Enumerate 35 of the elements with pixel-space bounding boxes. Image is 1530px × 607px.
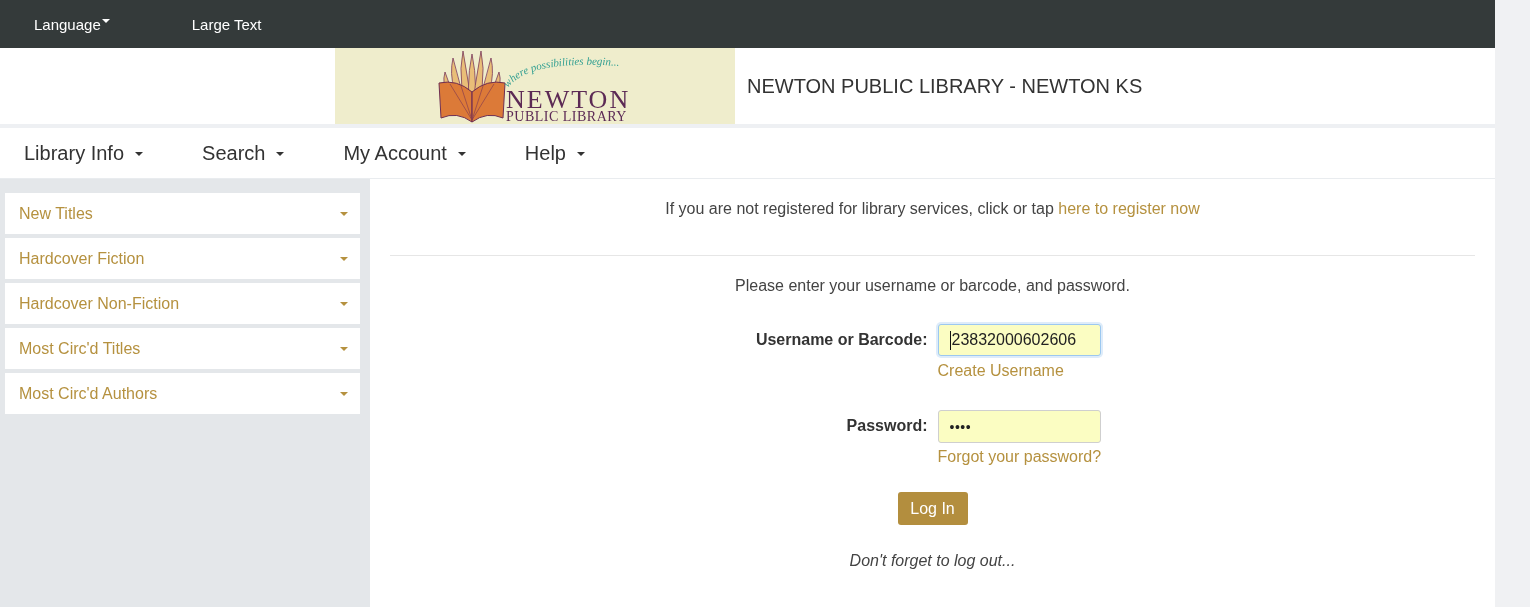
create-username-link[interactable]: Create Username — [937, 361, 1064, 381]
top-bar-link[interactable]: Large Text — [191, 15, 262, 33]
sidebar-item[interactable]: Most Circ'd Authors — [5, 373, 360, 414]
top-bar-menu[interactable]: Language — [34, 15, 110, 33]
sidebar-item[interactable]: Most Circ'd Titles — [5, 328, 360, 369]
username-field[interactable]: 23832000602606 — [937, 324, 1101, 356]
caret-icon — [340, 301, 348, 306]
text-cursor — [949, 330, 951, 350]
field-label: Username or Barcode: — [755, 330, 928, 350]
nav-menu[interactable]: Library Info — [24, 141, 144, 165]
site-title: NEWTON PUBLIC LIBRARY - NEWTON KS — [747, 74, 1143, 98]
caret-icon — [276, 152, 285, 156]
caret-icon — [457, 152, 466, 156]
forgot-password-link[interactable]: Forgot your password? — [937, 447, 1102, 467]
log-in-button[interactable]: Log In — [897, 492, 968, 525]
sidebar-item[interactable]: New Titles — [5, 193, 360, 234]
register-link[interactable]: here to register now — [1058, 200, 1200, 217]
register-prompt: If you are not registered for library services, click or tap here to register now — [664, 199, 1201, 219]
login-instructions: Please enter your username or barcode, and password. — [734, 276, 1131, 296]
field-label: Password: — [846, 416, 928, 436]
caret-icon — [101, 19, 110, 23]
nav-menu[interactable]: Help — [524, 141, 585, 165]
sidebar-item[interactable]: Hardcover Fiction — [5, 238, 360, 279]
caret-icon — [340, 211, 348, 216]
password-field[interactable]: •••• — [937, 410, 1101, 443]
caret-icon — [576, 152, 585, 156]
nav-menu[interactable]: My Account — [343, 141, 466, 165]
sidebar-item[interactable]: Hardcover Non-Fiction — [5, 283, 360, 324]
open-book-icon — [438, 50, 506, 123]
logout-reminder: Don't forget to log out... — [848, 551, 1017, 571]
caret-icon — [135, 152, 144, 156]
caret-icon — [340, 391, 348, 396]
caret-icon — [340, 256, 348, 261]
nav-menu[interactable]: Search — [202, 141, 285, 165]
caret-icon — [340, 346, 348, 351]
